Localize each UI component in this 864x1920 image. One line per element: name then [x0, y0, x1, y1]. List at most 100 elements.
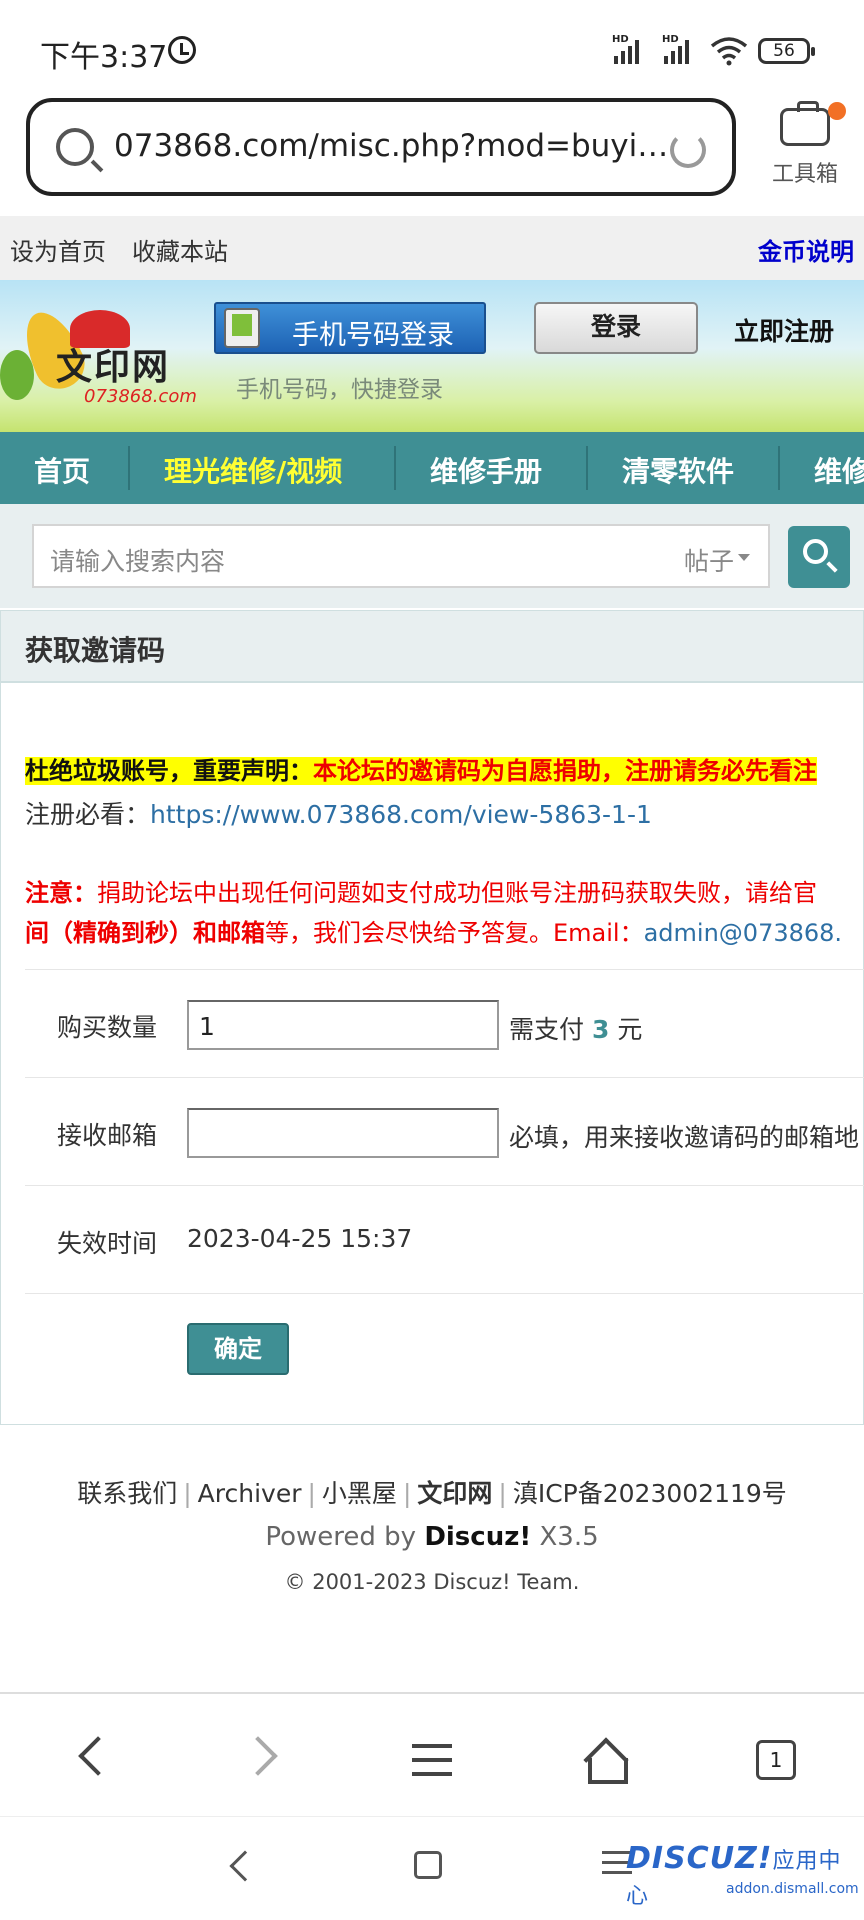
browser-toolbar: 1 [0, 1692, 864, 1824]
logo-leaf-green [0, 350, 34, 400]
chevron-left-icon [78, 1736, 118, 1776]
phone-icon [224, 308, 260, 348]
page-title: 获取邀请码 [25, 634, 166, 667]
warning-label: 注意： [25, 879, 97, 907]
search-row: 请输入搜索内容 帖子 [0, 504, 864, 608]
archiver-link[interactable]: Archiver [198, 1479, 302, 1508]
must-read-label: 注册必看： [25, 800, 151, 829]
home-button[interactable] [574, 1730, 634, 1790]
phone-login-subtitle: 手机号码，快捷登录 [236, 377, 443, 403]
system-home-icon[interactable] [414, 1851, 442, 1879]
submit-button[interactable]: 确定 [187, 1323, 289, 1375]
nav-item-reset-software[interactable]: 清零软件 [622, 450, 734, 490]
warning-bold: 间（精确到秒）和邮箱 [25, 919, 265, 947]
search-icon [803, 539, 828, 564]
chevron-right-icon [238, 1736, 278, 1776]
status-time: 下午3:37 [40, 40, 168, 75]
search-placeholder: 请输入搜索内容 [50, 547, 226, 576]
search-icon [56, 128, 94, 166]
notice-bold: 杜绝垃圾账号，重要声明： [25, 757, 313, 785]
back-button[interactable] [66, 1730, 126, 1790]
forward-button[interactable] [236, 1730, 296, 1790]
discuz-watermark: DISCUZ!应用中心 [626, 1841, 842, 1909]
payment-amount: 需支付 3 元 [509, 1015, 643, 1044]
important-notice: 杜绝垃圾账号，重要声明：本论坛的邀请码为自愿捐助，注册请务必先看注 [25, 751, 864, 791]
site-logo[interactable]: 文印网 [56, 338, 170, 390]
site-header: 文印网 073868.com 手机号码登录 手机号码，快捷登录 登录 立即注册 [0, 280, 864, 432]
warning-line-2: 间（精确到秒）和邮箱等，我们会尽快给予答复。Email：admin@073868… [25, 913, 864, 948]
warning-line-1: 注意：捐助论坛中出现任何问题如支付成功但账号注册码获取失败，请给官 [25, 873, 864, 908]
contact-link[interactable]: 联系我们 [77, 1479, 177, 1508]
email-field[interactable] [187, 1108, 499, 1158]
pay-amount-value: 3 [591, 1015, 610, 1044]
tabs-button[interactable]: 1 [744, 1730, 804, 1790]
address-bar[interactable]: 073868.com/misc.php?mod=buyi… [26, 98, 736, 196]
contact-email[interactable]: admin@073868. [644, 919, 842, 947]
email-hint: 必填，用来接收邀请码的邮箱地 [509, 1123, 860, 1152]
reload-icon[interactable] [670, 132, 706, 168]
powered-by: Powered by Discuz! X3.5 [265, 1522, 599, 1552]
phone-login-label: 手机号码登录 [292, 320, 454, 351]
status-bar: 下午3:37 HD HD 56 [0, 0, 864, 100]
system-back-icon[interactable] [229, 1850, 261, 1882]
search-type-select[interactable]: 帖子 [684, 542, 734, 578]
top-links-bar: 设为首页 收藏本站 金币说明 [0, 216, 864, 280]
main-nav: 首页 理光维修/视频 维修手册 清零软件 维修 [0, 432, 864, 504]
expire-label: 失效时间 [57, 1229, 158, 1258]
warning-text: 捐助论坛中出现任何问题如支付成功但账号注册码获取失败，请给官 [97, 879, 817, 907]
briefcase-icon [780, 101, 830, 146]
menu-icon [412, 1744, 452, 1748]
toolbox-button[interactable]: 工具箱 [760, 100, 850, 200]
must-read-link[interactable]: https://www.073868.com/view-5863-1-1 [150, 800, 652, 829]
discuz-link[interactable]: Discuz! [424, 1522, 531, 1552]
blackroom-link[interactable]: 小黑屋 [322, 1479, 397, 1508]
divider [25, 1293, 864, 1294]
nav-item-home[interactable]: 首页 [34, 450, 90, 490]
battery-indicator: 56 [758, 38, 815, 64]
warning-text-2: 等，我们会尽快给予答复。Email： [265, 919, 644, 947]
login-button[interactable]: 登录 [534, 302, 698, 354]
coins-help-link[interactable]: 金币说明 [758, 232, 854, 267]
nav-item-repair[interactable]: 维修 [814, 450, 864, 490]
set-home-link[interactable]: 设为首页 [10, 232, 106, 267]
tab-count: 1 [756, 1740, 796, 1780]
wifi-icon [710, 37, 748, 66]
system-nav-bar: DISCUZ!应用中心 addon.dismall.com [0, 1816, 864, 1920]
nav-divider [586, 446, 588, 490]
bookmark-link[interactable]: 收藏本站 [132, 232, 228, 267]
home-icon [582, 1738, 628, 1784]
nav-divider [394, 446, 396, 490]
watermark-url: addon.dismall.com [726, 1881, 859, 1897]
menu-button[interactable] [402, 1730, 462, 1790]
nav-item-manuals[interactable]: 维修手册 [430, 450, 542, 490]
email-label: 接收邮箱 [57, 1121, 158, 1150]
quantity-input[interactable]: 1 [187, 1000, 499, 1050]
site-logo-url: 073868.com [84, 386, 197, 407]
expire-row: 失效时间 2023-04-25 15:37 [25, 1185, 864, 1293]
panel-header: 获取邀请码 [1, 611, 863, 683]
toolbox-label: 工具箱 [771, 162, 838, 187]
icp-link[interactable]: 滇ICP备2023002119号 [513, 1479, 787, 1508]
footer-links: 联系我们 | Archiver | 小黑屋 | 文印网 | 滇ICP备2023002119号 [77, 1479, 787, 1508]
signal-icon-2: HD [662, 34, 689, 64]
url-text[interactable]: 073868.com/misc.php?mod=buyi… [114, 128, 674, 164]
search-input[interactable]: 请输入搜索内容 帖子 [32, 524, 770, 588]
email-row: 接收邮箱 必填，用来接收邀请码的邮箱地 [25, 1077, 864, 1185]
site-link[interactable]: 文印网 [417, 1479, 492, 1508]
quantity-label: 购买数量 [57, 1013, 158, 1042]
nav-item-ricoh-repair[interactable]: 理光维修/视频 [164, 450, 342, 490]
search-button[interactable] [788, 526, 850, 588]
must-read: 注册必看：https://www.073868.com/view-5863-1-… [25, 795, 652, 831]
phone-login-button[interactable]: 手机号码登录 [214, 302, 486, 354]
nav-divider [778, 446, 780, 490]
alarm-icon [168, 36, 196, 64]
register-link[interactable]: 立即注册 [734, 312, 834, 348]
nav-divider [128, 446, 130, 490]
expire-value: 2023-04-25 15:37 [187, 1224, 413, 1253]
notification-dot [828, 102, 846, 120]
invite-code-panel: 获取邀请码 杜绝垃圾账号，重要声明：本论坛的邀请码为自愿捐助，注册请务必先看注 … [0, 610, 864, 1425]
copyright: © 2001-2023 Discuz! Team. [284, 1570, 580, 1594]
chevron-down-icon [738, 554, 750, 561]
quantity-row: 购买数量 1 需支付 3 元 [25, 969, 864, 1077]
signal-icon: HD [612, 34, 639, 64]
